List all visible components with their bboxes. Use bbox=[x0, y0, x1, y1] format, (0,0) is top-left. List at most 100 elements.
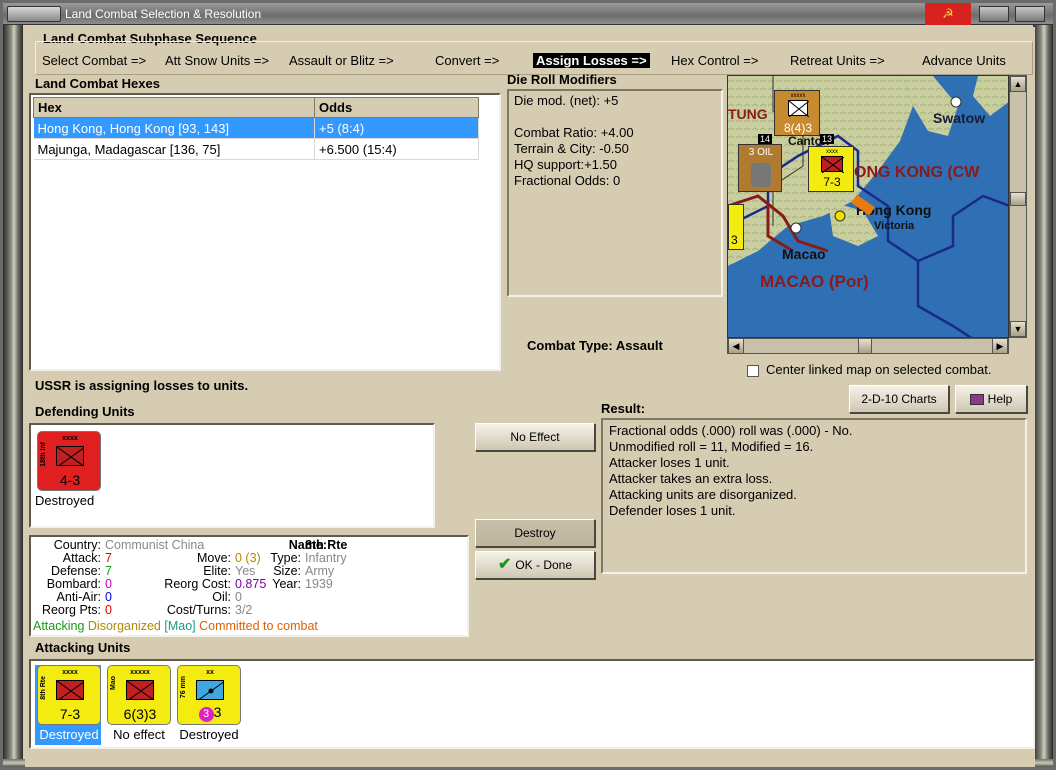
frame-right bbox=[1033, 25, 1053, 767]
ok-done-button[interactable]: ✔ OK - Done bbox=[475, 551, 595, 579]
info-reorg-pts-value: 0 bbox=[105, 603, 112, 617]
map-label-tung: TUNG bbox=[728, 106, 768, 122]
combat-type: Combat Type: Assault bbox=[527, 338, 663, 353]
die-roll-line: Terrain & City: -0.50 bbox=[514, 141, 629, 156]
system-menu-button[interactable] bbox=[7, 6, 61, 22]
unit-symbol-icon bbox=[821, 156, 845, 174]
unit-size: xxxxx bbox=[130, 669, 150, 676]
unit-info-panel: Country: Communist China Name: 8th Rte A… bbox=[29, 535, 469, 637]
infantry-symbol-icon bbox=[126, 680, 154, 700]
status-attacking: Attacking bbox=[33, 619, 85, 633]
unit-strength: 7-3 bbox=[59, 706, 81, 722]
map-unit-size: xxxx bbox=[826, 149, 838, 155]
unit-caption: Destroyed bbox=[35, 493, 95, 508]
step-att-snow: Att Snow Units => bbox=[165, 53, 270, 68]
step-assault-blitz: Assault or Blitz => bbox=[289, 53, 394, 68]
unit-symbol-icon bbox=[788, 100, 810, 118]
unit-strength-value: 3 bbox=[213, 704, 222, 720]
oil-barrels-icon bbox=[751, 163, 771, 187]
ussr-flag-icon: ☭ bbox=[925, 3, 971, 25]
destroy-button[interactable]: Destroy bbox=[475, 519, 595, 547]
step-assign-losses: Assign Losses => bbox=[533, 53, 650, 68]
minimize-button[interactable] bbox=[979, 6, 1009, 22]
scroll-right-icon[interactable]: ▶ bbox=[992, 338, 1008, 354]
table-row[interactable]: Hong Kong, Hong Kong [93, 143] +5 (8:4) bbox=[33, 117, 479, 139]
unit-size: xx bbox=[206, 669, 214, 676]
unit-caption: Destroyed bbox=[179, 727, 239, 742]
help-label: Help bbox=[987, 392, 1013, 406]
attacking-unit-counter[interactable]: xxxx 8th Rte 7-3 bbox=[37, 665, 101, 725]
die-roll-line: Die mod. (net): +5 bbox=[514, 93, 619, 108]
center-map-checkbox[interactable] bbox=[747, 365, 759, 377]
step-retreat-units: Retreat Units => bbox=[790, 53, 885, 68]
defending-unit-counter[interactable]: xxxx 18th Inf 4-3 bbox=[37, 431, 101, 491]
infantry-symbol-icon bbox=[56, 680, 84, 700]
scroll-up-icon[interactable]: ▲ bbox=[1010, 76, 1026, 92]
table-row[interactable]: Majunga, Madagascar [136, 75] +6.500 (15… bbox=[33, 138, 479, 160]
status-text: USSR is assigning losses to units. bbox=[35, 378, 249, 393]
unit-designation: 8th Rte bbox=[40, 676, 47, 700]
no-effect-button[interactable]: No Effect bbox=[475, 423, 595, 451]
map-oil-marker[interactable]: 3 OIL bbox=[738, 144, 782, 192]
hexes-header-row: Hex Odds bbox=[33, 97, 479, 118]
ok-done-label: OK - Done bbox=[515, 558, 573, 572]
unit-strength: 6(3)3 bbox=[123, 706, 157, 722]
die-roll-heading: Die Roll Modifiers bbox=[507, 72, 617, 87]
stack-count: 13 bbox=[820, 134, 835, 144]
hexes-table: Hex Odds Hong Kong, Hong Kong [93, 143] … bbox=[33, 97, 479, 160]
unit-caption: Destroyed bbox=[39, 727, 99, 742]
center-map-label: Center linked map on selected combat. bbox=[766, 362, 992, 377]
artillery-symbol-icon bbox=[196, 680, 224, 700]
map-unit-reserve[interactable]: xxxxx 8(4)3 bbox=[774, 90, 820, 136]
attacking-heading: Attacking Units bbox=[35, 640, 131, 655]
map-unit-strength: 8(4)3 bbox=[783, 121, 812, 135]
scroll-down-icon[interactable]: ▼ bbox=[1010, 321, 1026, 337]
combat-type-label: Combat Type: bbox=[527, 338, 613, 353]
odds-cell: +5 (8:4) bbox=[314, 117, 479, 139]
unit-designation: Mao bbox=[110, 676, 117, 690]
title-bar: Land Combat Selection & Resolution ☭ bbox=[3, 3, 1053, 25]
attacking-unit-counter[interactable]: xx 76 mm 33 bbox=[177, 665, 241, 725]
result-panel: Fractional odds (.000) roll was (.000) -… bbox=[601, 418, 1027, 574]
map-label-macao-region: MACAO (Por) bbox=[760, 272, 869, 291]
info-status-line: Attacking Disorganized [Mao] Committed t… bbox=[33, 620, 318, 633]
status-mao: [Mao] bbox=[164, 619, 196, 633]
result-line: Unmodified roll = 11, Modified = 16. bbox=[609, 439, 814, 454]
subphase-sequence: Select Combat => Att Snow Units => Assau… bbox=[41, 53, 1031, 71]
land-combat-window: Land Combat Selection & Resolution ☭ Lan… bbox=[0, 0, 1056, 770]
unit-designation: 76 mm bbox=[180, 676, 187, 699]
column-header-odds[interactable]: Odds bbox=[314, 97, 479, 118]
map-label-swatow: Swatow bbox=[933, 110, 986, 126]
die-roll-panel: Die mod. (net): +5 Combat Ratio: +4.00 T… bbox=[507, 89, 723, 297]
attacking-unit-counter[interactable]: xxxxx Mao 6(3)3 bbox=[107, 665, 171, 725]
status-committed: Committed to combat bbox=[199, 619, 318, 633]
hexes-heading: Land Combat Hexes bbox=[35, 76, 160, 91]
die-roll-line: Fractional Odds: 0 bbox=[514, 173, 621, 188]
map-vertical-scrollbar[interactable]: ▲ ▼ bbox=[1009, 75, 1027, 338]
charts-button[interactable]: 2-D-10 Charts bbox=[849, 385, 949, 413]
unit-strength: 33 bbox=[178, 704, 240, 722]
die-roll-line: Combat Ratio: +4.00 bbox=[514, 125, 634, 140]
step-convert: Convert => bbox=[435, 53, 500, 68]
attacking-units-panel: xxxx 8th Rte 7-3 Destroyed xxxxx Mao 6(3… bbox=[29, 659, 1035, 749]
result-line: Attacking units are disorganized. bbox=[609, 487, 797, 502]
map-unit-8th-rte[interactable]: xxxx 7-3 bbox=[808, 146, 854, 192]
help-button[interactable]: Help bbox=[955, 385, 1027, 413]
close-button[interactable] bbox=[1015, 6, 1045, 22]
map-unit-strength: 3 bbox=[731, 233, 738, 247]
scroll-thumb[interactable] bbox=[1010, 192, 1026, 206]
map-horizontal-scrollbar[interactable]: ◀ ▶ bbox=[727, 338, 1009, 354]
step-select-combat: Select Combat => bbox=[42, 53, 147, 68]
infantry-symbol-icon bbox=[56, 446, 84, 466]
map-unit-left[interactable]: 3 bbox=[728, 204, 744, 250]
dialog-content: Land Combat Subphase Sequence Select Com… bbox=[25, 27, 1035, 767]
die-roll-line bbox=[514, 109, 716, 125]
scroll-thumb[interactable] bbox=[858, 338, 872, 354]
linked-map[interactable]: Swatow ONG KONG (CW Hong Kong Victoria M… bbox=[727, 75, 1009, 338]
map-unit-strength: 7-3 bbox=[823, 175, 841, 189]
map-label-victoria: Victoria bbox=[874, 220, 915, 232]
column-header-hex[interactable]: Hex bbox=[33, 97, 315, 118]
result-line: Attacker loses 1 unit. bbox=[609, 455, 730, 470]
scroll-left-icon[interactable]: ◀ bbox=[728, 338, 744, 354]
unit-info: Country: Communist China Name: 8th Rte A… bbox=[31, 539, 467, 635]
